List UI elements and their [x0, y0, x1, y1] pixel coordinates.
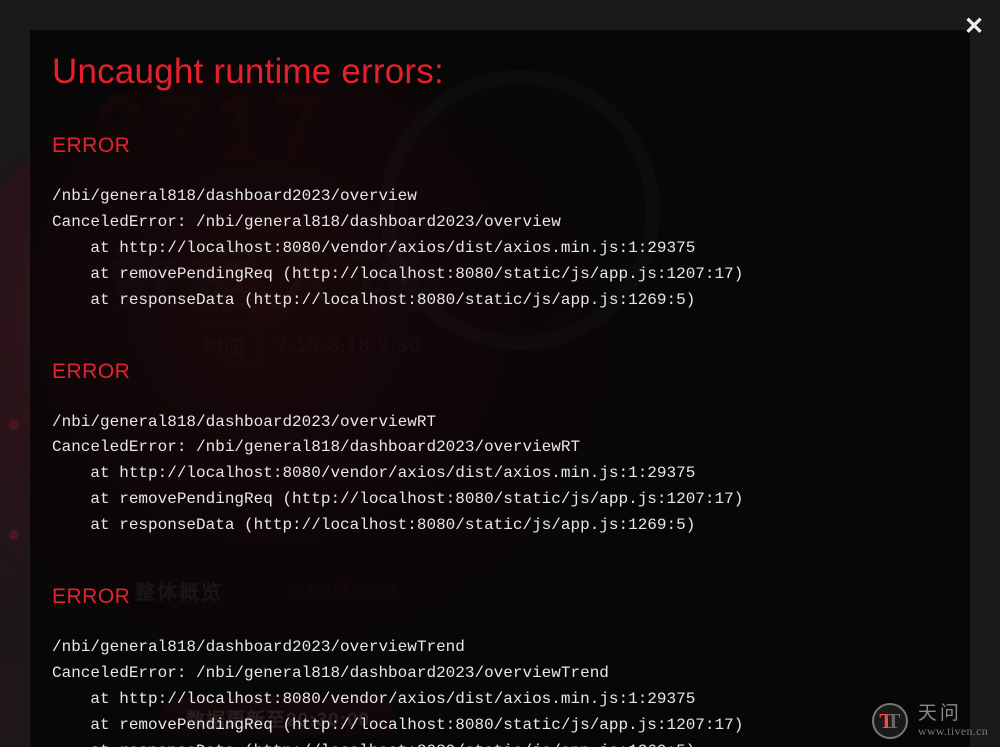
close-icon: ✕: [964, 12, 984, 41]
error-block: ERROR /nbi/general818/dashboard2023/over…: [52, 360, 948, 540]
watermark-text: 天问 www.tiven.cn: [918, 703, 988, 739]
error-label: ERROR: [52, 585, 948, 609]
watermark-logo-icon: TT: [872, 703, 908, 739]
error-label: ERROR: [52, 360, 948, 384]
overlay-title: Uncaught runtime errors:: [52, 52, 948, 92]
watermark-url: www.tiven.cn: [918, 725, 988, 739]
runtime-error-overlay: Uncaught runtime errors: ERROR /nbi/gene…: [30, 30, 970, 747]
error-block: ERROR /nbi/general818/dashboard2023/over…: [52, 585, 948, 747]
watermark: TT 天问 www.tiven.cn: [872, 703, 988, 739]
error-stack: /nbi/general818/dashboard2023/overviewTr…: [52, 635, 948, 747]
error-block: ERROR /nbi/general818/dashboard2023/over…: [52, 134, 948, 314]
close-button[interactable]: ✕: [958, 10, 990, 42]
error-stack: /nbi/general818/dashboard2023/overviewRT…: [52, 410, 948, 540]
error-label: ERROR: [52, 134, 948, 158]
error-stack: /nbi/general818/dashboard2023/overview C…: [52, 184, 948, 314]
watermark-brand: 天问: [918, 703, 988, 725]
